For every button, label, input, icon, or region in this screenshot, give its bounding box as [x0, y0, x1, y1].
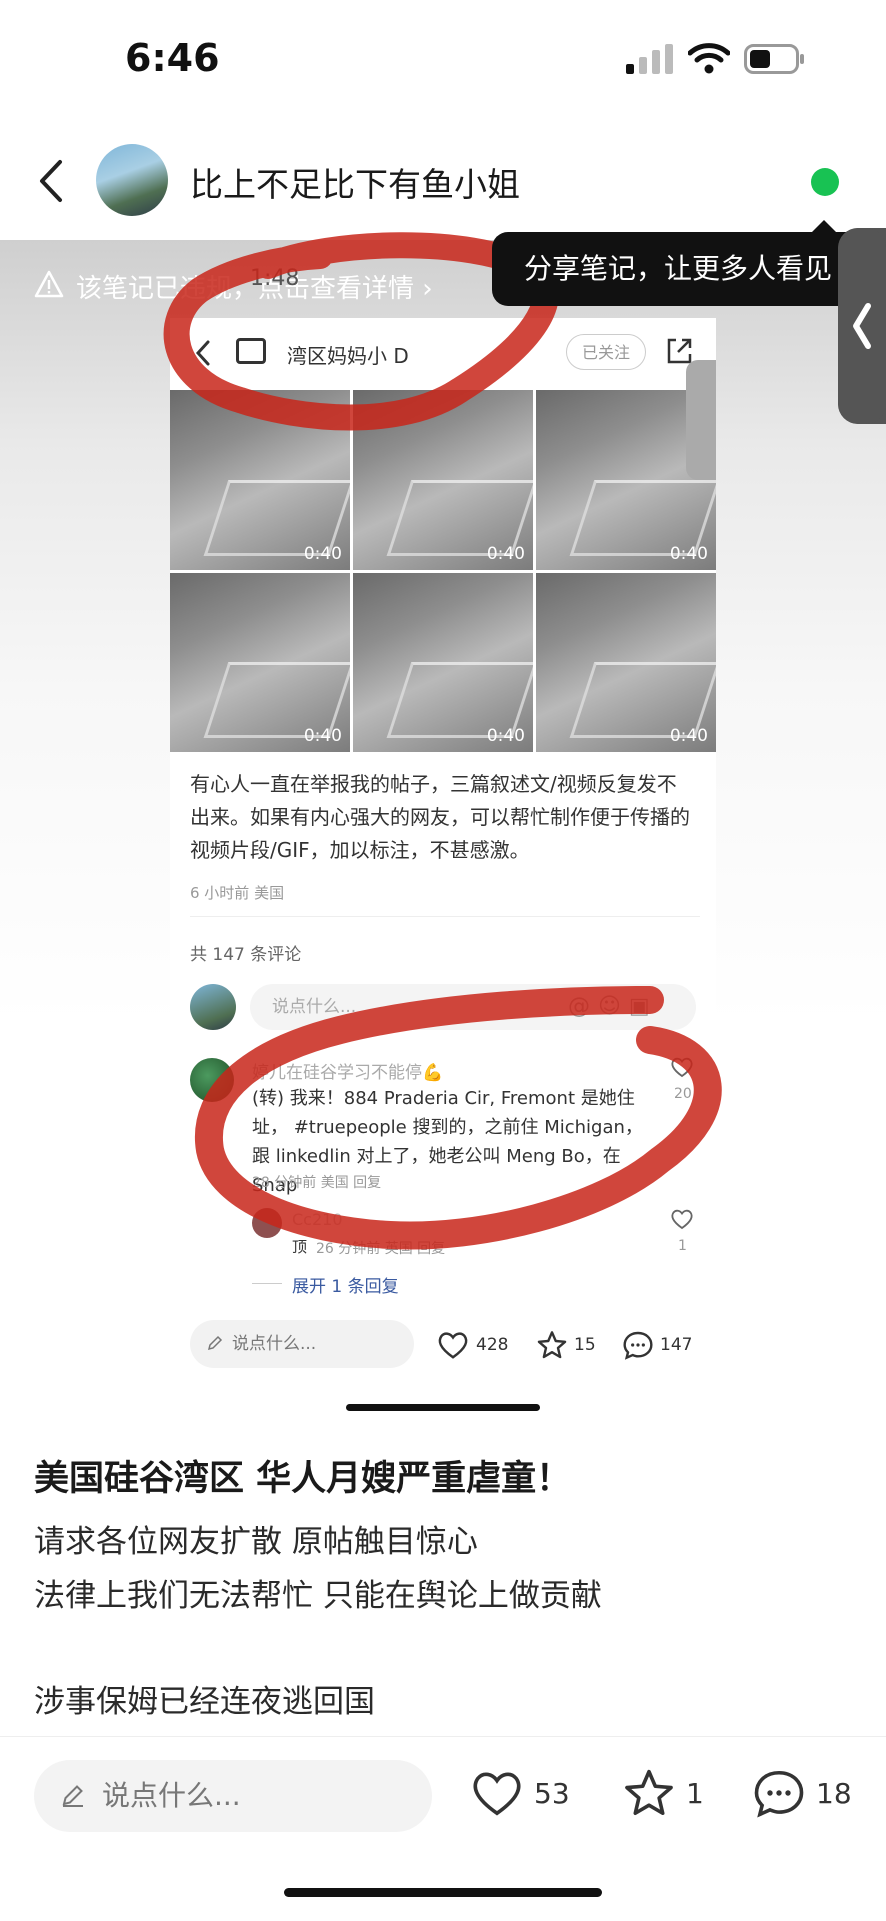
comment-heart-icon [671, 1057, 693, 1078]
like-button[interactable]: 53 [470, 1768, 570, 1818]
screenshot-home-indicator [346, 1404, 540, 1411]
reply-heart-icon [671, 1209, 693, 1230]
video-thumbnail: 0:40 [170, 572, 350, 752]
post-body-line: 涉事保姆已经连夜逃回国 [34, 1684, 375, 1720]
video-duration: 0:40 [669, 726, 708, 746]
back-icon[interactable] [32, 156, 72, 206]
cellular-signal-icon [626, 44, 673, 74]
video-duration: 0:40 [486, 726, 525, 746]
pencil-icon [207, 1335, 223, 1351]
wechat-share-icon[interactable] [811, 168, 839, 196]
heart-icon [438, 1332, 468, 1359]
warning-icon [34, 270, 64, 298]
video-thumbnail: 0:40 [353, 572, 533, 752]
reply-like-count: 1 [678, 1238, 687, 1254]
screenshot-side-tab [686, 360, 716, 480]
screenshot-share-icon [667, 338, 692, 364]
comment-icon [754, 1770, 804, 1818]
video-duration: 0:40 [303, 726, 342, 746]
comment-button[interactable]: 18 [752, 1768, 852, 1818]
screenshot-post-text: 有心人一直在举报我的帖子，三篇叙述文/视频反复发不出来。如果有内心强大的网友，可… [190, 772, 690, 862]
star-icon [625, 1769, 673, 1816]
comment-meta: 28 分钟前 美国 回复 [252, 1175, 382, 1191]
comment-count: 18 [816, 1776, 852, 1810]
comment-icon [623, 1331, 653, 1360]
post-title: 美国硅谷湾区 华人月嫂严重虐童！ [34, 1459, 572, 1499]
screenshot-input-icons: @☺▣ [568, 994, 658, 1019]
replier-avatar [252, 1208, 282, 1238]
comment-like-count: 20 [674, 1086, 692, 1102]
reply-meta: 26 分钟前 英国 回复 [316, 1241, 446, 1257]
heart-icon [473, 1772, 521, 1816]
video-thumbnail: 0:40 [170, 390, 350, 570]
screenshot-username: 湾区妈妈小 D [287, 344, 409, 368]
star-icon [537, 1331, 567, 1359]
screenshot-follow-button: 已关注 [566, 334, 646, 370]
status-time: 6:46 [125, 36, 220, 80]
video-duration: 0:40 [669, 543, 708, 564]
comment-input[interactable]: 说点什么... [34, 1760, 432, 1832]
side-drawer-handle[interactable] [838, 228, 886, 424]
video-duration: 0:40 [486, 543, 525, 564]
screenshot-comment-count: 共 147 条评论 [190, 945, 302, 965]
screenshot-user-avatar [236, 338, 266, 364]
home-indicator[interactable] [284, 1888, 602, 1897]
screenshot-like-stat: 428 [436, 1330, 508, 1360]
like-count: 53 [534, 1776, 570, 1810]
expand-line [252, 1283, 282, 1284]
screenshot-post-meta: 6 小时前 美国 [190, 884, 285, 902]
replier-name: Cc210 [292, 1210, 343, 1229]
author-avatar[interactable] [96, 144, 168, 216]
video-thumbnail: 0:40 [353, 390, 533, 570]
collect-button[interactable]: 1 [622, 1768, 704, 1818]
divider [190, 916, 700, 917]
screenshot-star-count: 15 [574, 1335, 596, 1355]
video-grid: 0:40 0:40 0:40 0:40 0:40 0:40 [170, 390, 716, 752]
screenshot-like-count: 428 [476, 1335, 509, 1355]
post-body-line: 法律上我们无法帮忙 只能在舆论上做贡献 [34, 1578, 602, 1614]
screenshot-time: 1:48 [250, 266, 300, 291]
author-name[interactable]: 比上不足比下有鱼小姐 [190, 158, 520, 206]
wifi-icon [688, 43, 730, 74]
screenshot-comment-stat: 147 [622, 1330, 692, 1360]
collect-count: 1 [686, 1776, 704, 1810]
reply-text: 顶 [292, 1238, 308, 1256]
screenshot-star-stat: 15 [536, 1330, 596, 1360]
battery-icon [744, 44, 804, 74]
screenshot-comment-count-stat: 147 [660, 1335, 693, 1355]
pencil-icon [62, 1785, 83, 1807]
screenshot-back-icon [195, 340, 210, 366]
share-tooltip[interactable]: 分享笔记，让更多人看见 [492, 232, 862, 306]
post-body-line: 请求各位网友扩散 原帖触目惊心 [34, 1524, 478, 1560]
video-duration: 0:40 [303, 543, 342, 564]
screenshot-my-avatar [190, 984, 236, 1030]
commenter-name: 婷儿在硅谷学习不能停💪 [252, 1063, 444, 1083]
commenter-avatar [190, 1058, 234, 1102]
video-thumbnail: 0:40 [536, 572, 716, 752]
expand-replies-link: 展开 1 条回复 [292, 1277, 399, 1297]
